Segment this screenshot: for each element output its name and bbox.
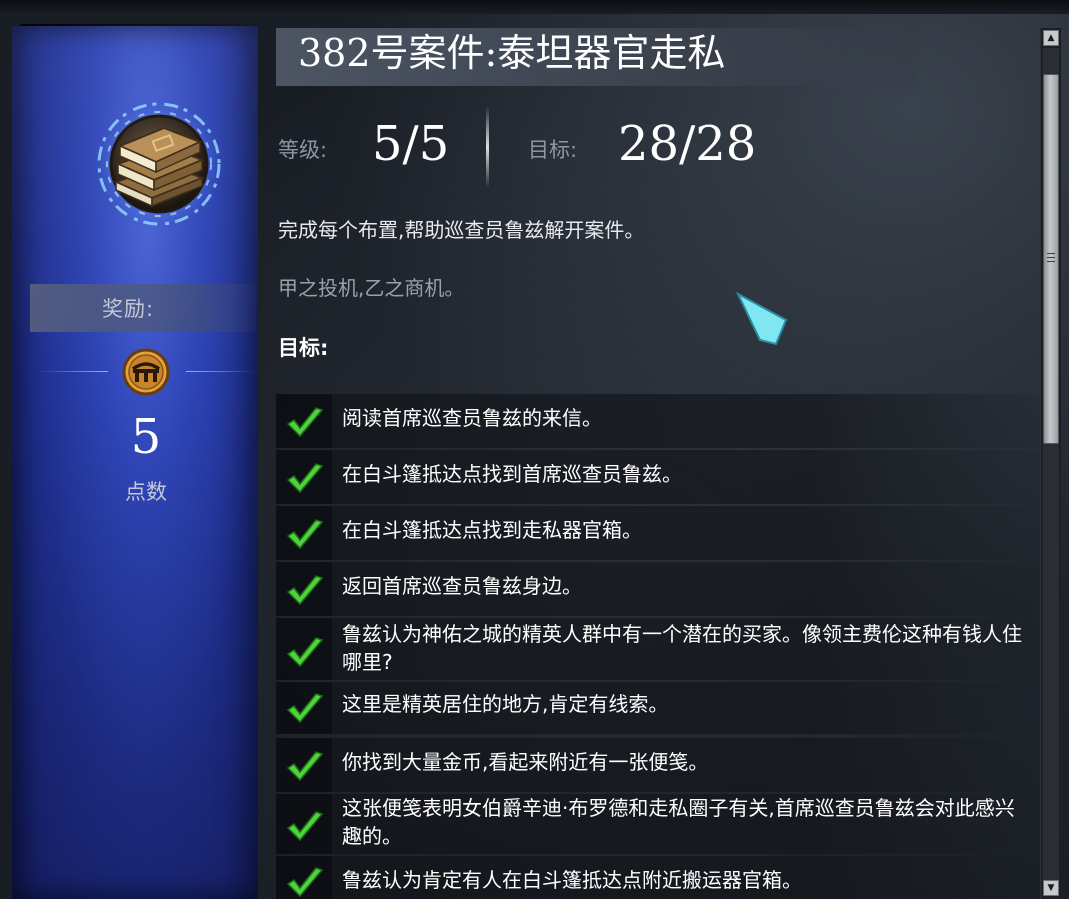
goal-text: 在白斗篷抵达点找到首席巡查员鲁兹。 <box>342 462 682 486</box>
reward-points-value: 5 <box>130 409 162 465</box>
goal-row: 这张便笺表明女伯爵辛迪·布罗德和走私圈子有关,首席巡查员鲁兹会对此感兴趣的。 <box>276 794 1046 854</box>
goal-row: 鲁兹认为神佑之城的精英人群中有一个潜在的买家。像领主费伦这种有钱人住哪里? <box>276 618 1046 680</box>
divider-right <box>186 371 256 372</box>
reward-panel: 奖励: 5 点数 <box>12 26 258 899</box>
quest-window: 奖励: 5 点数 382号案件:泰坦器官走私 等级: 5/5 目标: 28/28… <box>0 0 1069 899</box>
quest-description: 完成每个布置,帮助巡查员鲁兹解开案件。 <box>278 218 645 242</box>
quest-title: 382号案件:泰坦器官走私 <box>298 31 726 75</box>
checkmark-icon <box>286 867 324 898</box>
scroll-thumb[interactable] <box>1043 74 1059 444</box>
goal-row: 阅读首席巡查员鲁兹的来信。 <box>276 394 1046 448</box>
goal-text: 这里是精英居住的地方,肯定有线索。 <box>342 692 669 716</box>
goal-text: 鲁兹认为肯定有人在白斗篷抵达点附近搬运器官箱。 <box>342 868 802 892</box>
checkmark-icon <box>286 519 324 550</box>
goal-row: 这里是精英居住的地方,肯定有线索。 <box>276 682 1046 734</box>
checkmark-icon <box>286 575 324 606</box>
goal-text: 阅读首席巡查员鲁兹的来信。 <box>342 406 602 430</box>
checkmark-icon <box>286 637 324 668</box>
target-label: 目标: <box>528 138 578 162</box>
scroll-down-button[interactable]: ▼ <box>1043 880 1059 896</box>
goal-text: 这张便笺表明女伯爵辛迪·布罗德和走私圈子有关,首席巡查员鲁兹会对此感兴趣的。 <box>342 796 1015 848</box>
thumb-grip <box>1047 253 1055 254</box>
goal-row: 在白斗篷抵达点找到走私器官箱。 <box>276 506 1046 560</box>
checkmark-icon <box>286 407 324 438</box>
divider-left <box>38 371 108 372</box>
goal-text: 你找到大量金币,看起来附近有一张便笺。 <box>342 750 709 774</box>
bridge-coin-icon <box>122 348 170 396</box>
goal-text: 在白斗篷抵达点找到走私器官箱。 <box>342 518 642 542</box>
goal-row: 鲁兹认为肯定有人在白斗篷抵达点附近搬运器官箱。 <box>276 856 1046 899</box>
goal-row: 返回首席巡查员鲁兹身边。 <box>276 562 1046 616</box>
goals-heading: 目标: <box>278 336 329 360</box>
thumb-grip <box>1047 261 1055 262</box>
target-value: 28/28 <box>618 116 757 172</box>
checkmark-icon <box>286 693 324 724</box>
top-border <box>0 0 1069 14</box>
reward-header: 奖励: <box>30 284 256 332</box>
checkmark-icon <box>286 811 324 842</box>
quest-flavor-text: 甲之投机,乙之商机。 <box>278 276 465 300</box>
goal-row: 你找到大量金币,看起来附近有一张便笺。 <box>276 738 1046 792</box>
goal-text: 鲁兹认为神佑之城的精英人群中有一个潜在的买家。像领主费伦这种有钱人住哪里? <box>342 622 1022 674</box>
mouse-cursor-icon <box>736 292 788 346</box>
reward-label: 奖励: <box>101 297 155 321</box>
quest-book-emblem-icon <box>91 96 227 232</box>
goal-row: 在白斗篷抵达点找到首席巡查员鲁兹。 <box>276 450 1046 504</box>
scroll-up-button[interactable]: ▲ <box>1043 30 1059 46</box>
goal-text: 返回首席巡查员鲁兹身边。 <box>342 574 582 598</box>
level-label: 等级: <box>278 138 328 162</box>
checkmark-icon <box>286 463 324 494</box>
checkmark-icon <box>286 751 324 782</box>
scrollbar[interactable]: ▲ ▼ <box>1040 28 1061 899</box>
reward-points-label: 点数 <box>125 480 167 504</box>
reward-coin-row <box>38 346 258 396</box>
thumb-grip <box>1047 257 1055 258</box>
stat-divider <box>486 106 489 188</box>
level-value: 5/5 <box>372 116 450 172</box>
